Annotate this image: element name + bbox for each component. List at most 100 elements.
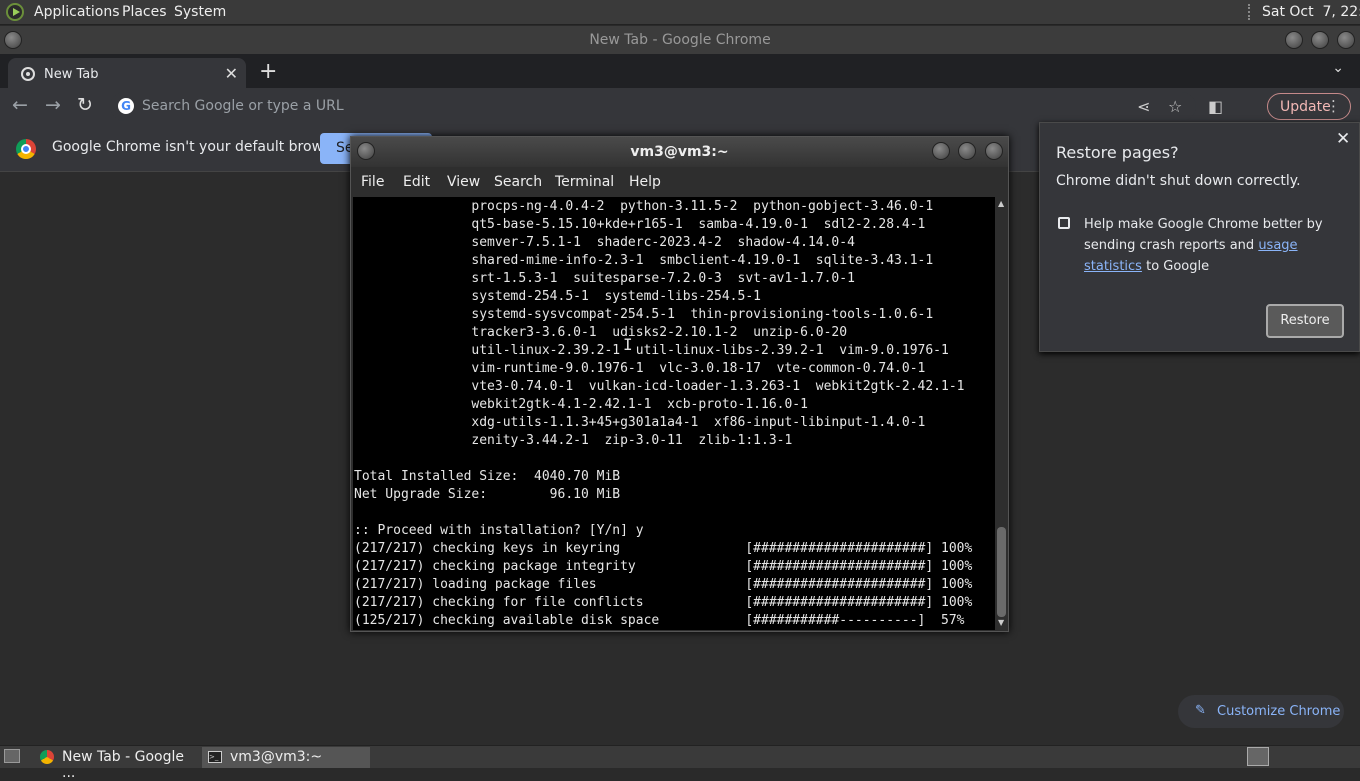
chrome-icon [40, 750, 54, 764]
text-cursor-icon: I [623, 335, 633, 354]
terminal-line: (125/217) checking available disk space … [354, 613, 965, 628]
terminal-maximize-icon[interactable] [958, 142, 976, 160]
terminal-output: procps-ng-4.0.4-2 python-3.11.5-2 python… [354, 198, 972, 630]
google-g-icon: G [118, 98, 134, 114]
terminal-line: xdg-utils-1.1.3+45+g301a1a4-1 xf86-input… [354, 415, 926, 430]
new-tab-icon[interactable]: + [259, 59, 277, 84]
toolbar: ← → ↻ G Search Google or type a URL ⋖ ☆ … [0, 88, 1360, 205]
terminal-line: (217/217) loading package files [#######… [354, 577, 973, 592]
terminal-line: webkit2gtk-4.1-2.42.1-1 xcb-proto-1.16.0… [354, 397, 808, 412]
terminal-window-menu-icon[interactable] [357, 142, 375, 160]
scroll-up-icon[interactable]: ▲ [998, 199, 1004, 208]
restore-close-icon[interactable]: ✕ [1336, 129, 1350, 149]
share-icon[interactable]: ⋖ [1137, 97, 1150, 116]
terminal-line: systemd-254.5-1 systemd-libs-254.5-1 [354, 289, 761, 304]
terminal-titlebar[interactable]: vm3@vm3:~ [351, 137, 1008, 167]
terminal-line: zenity-3.44.2-1 zip-3.0-11 zlib-1:1.3-1 [354, 433, 793, 448]
terminal-line: semver-7.5.1-1 shaderc-2023.4-2 shadow-4… [354, 235, 855, 250]
terminal-icon: >_ [208, 751, 222, 763]
terminal-scrollbar[interactable]: ▲ ▼ [995, 197, 1008, 630]
terminal-line: (217/217) checking package integrity [##… [354, 559, 973, 574]
bottom-taskbar: New Tab - Google ... >_ vm3@vm3:~ [0, 745, 1360, 781]
restore-button[interactable]: Restore [1266, 304, 1344, 338]
minimize-icon[interactable] [1285, 31, 1303, 49]
restore-subtitle: Chrome didn't shut down correctly. [1056, 173, 1301, 189]
terminal-menubar: File Edit View Search Terminal Help [351, 167, 1008, 197]
terminal-line: (217/217) checking for file conflicts [#… [354, 595, 973, 610]
chrome-favicon-icon [21, 67, 35, 81]
taskbar-item-chrome[interactable]: New Tab - Google ... [34, 747, 197, 781]
terminal-title: vm3@vm3:~ [630, 144, 729, 160]
terminal-screen[interactable]: procps-ng-4.0.4-2 python-3.11.5-2 python… [353, 197, 995, 630]
terminal-menu-edit[interactable]: Edit [403, 174, 430, 190]
crash-reports-checkbox[interactable] [1058, 217, 1070, 229]
top-panel: Applications Places System Sat Oct 7, 22… [0, 0, 1360, 25]
panel-separator [1248, 4, 1252, 20]
terminal-line: (217/217) checking keys in keyring [####… [354, 541, 973, 556]
terminal-line: tracker3-3.6.0-1 udisks2-2.10.1-2 unzip-… [354, 325, 848, 340]
menu-places[interactable]: Places [122, 4, 167, 20]
close-window-icon[interactable] [1337, 31, 1355, 49]
terminal-line: shared-mime-info-2.3-1 smbclient-4.19.0-… [354, 253, 934, 268]
terminal-window[interactable]: vm3@vm3:~ File Edit View Search Terminal… [350, 136, 1009, 632]
tab-new-tab[interactable]: New Tab ✕ [8, 58, 246, 88]
chrome-titlebar[interactable]: New Tab - Google Chrome [0, 26, 1360, 54]
scroll-down-icon[interactable]: ▼ [998, 618, 1004, 627]
terminal-line: vim-runtime-9.0.1976-1 vlc-3.0.18-17 vte… [354, 361, 926, 376]
show-desktop-icon[interactable] [4, 749, 20, 763]
clock-area[interactable]: Sat Oct 7, 22:26 [1248, 0, 1360, 24]
terminal-minimize-icon[interactable] [932, 142, 950, 160]
terminal-line: srt-1.5.3-1 suitesparse-7.2.0-3 svt-av1-… [354, 271, 855, 286]
terminal-line: Total Installed Size: 4040.70 MiB [354, 469, 621, 484]
terminal-menu-file[interactable]: File [361, 174, 384, 190]
tab-search-chevron-icon[interactable]: ⌄ [1332, 60, 1344, 76]
menu-applications[interactable]: Applications [34, 4, 120, 20]
bookmark-star-icon[interactable]: ☆ [1168, 97, 1182, 116]
scrollbar-thumb[interactable] [997, 527, 1006, 617]
side-panel-icon[interactable]: ◧ [1208, 97, 1223, 116]
kebab-menu-icon[interactable]: ⋮ [1326, 97, 1341, 115]
update-label: Update [1280, 99, 1331, 115]
menu-system[interactable]: System [174, 4, 226, 20]
window-title: New Tab - Google Chrome [589, 32, 771, 48]
taskbar-item-terminal[interactable]: >_ vm3@vm3:~ [202, 747, 370, 768]
crash-reports-text: Help make Google Chrome better by sendin… [1084, 214, 1334, 277]
panel-clock[interactable]: Sat Oct 7, 22:26 [1262, 4, 1360, 20]
restore-pages-bubble: Restore pages? ✕ Chrome didn't shut down… [1039, 122, 1360, 352]
forward-arrow-icon[interactable]: → [45, 94, 61, 116]
window-menu-icon[interactable] [4, 31, 22, 49]
back-arrow-icon[interactable]: ← [12, 94, 28, 116]
maximize-icon[interactable] [1311, 31, 1329, 49]
chrome-logo-icon [16, 139, 36, 159]
terminal-line: :: Proceed with installation? [Y/n] y [354, 523, 644, 538]
update-button[interactable]: Update ⋮ [1267, 93, 1351, 120]
pencil-icon: ✎ [1195, 703, 1206, 718]
customize-chrome-button[interactable]: ✎ Customize Chrome [1178, 695, 1344, 728]
terminal-line: Net Upgrade Size: 96.10 MiB [354, 487, 621, 502]
terminal-menu-view[interactable]: View [447, 174, 480, 190]
terminal-menu-help[interactable]: Help [629, 174, 661, 190]
tab-close-icon[interactable]: ✕ [225, 64, 238, 83]
distro-logo-icon[interactable] [6, 3, 24, 21]
terminal-line: qt5-base-5.15.10+kde+r165-1 samba-4.19.0… [354, 217, 926, 232]
terminal-close-icon[interactable] [985, 142, 1003, 160]
restore-title: Restore pages? [1056, 143, 1179, 162]
omnibox-placeholder[interactable]: Search Google or type a URL [142, 98, 344, 114]
terminal-line: util-linux-2.39.2-1 util-linux-libs-2.39… [354, 343, 949, 358]
taskbar-chrome-label: New Tab - Google ... [62, 749, 185, 781]
terminal-line: procps-ng-4.0.4-2 python-3.11.5-2 python… [354, 199, 934, 214]
crash-reports-text-part2: to Google [1146, 259, 1210, 274]
tab-title: New Tab [44, 67, 99, 82]
tab-strip: New Tab ✕ + ⌄ [0, 54, 1360, 88]
taskbar-terminal-label: vm3@vm3:~ [230, 749, 323, 765]
terminal-menu-search[interactable]: Search [494, 174, 542, 190]
terminal-line: vte3-0.74.0-1 vulkan-icd-loader-1.3.263-… [354, 379, 965, 394]
workspace-switcher[interactable] [1247, 747, 1269, 766]
reload-icon[interactable]: ↻ [77, 94, 93, 116]
customize-chrome-label: Customize Chrome [1217, 704, 1341, 719]
terminal-menu-terminal[interactable]: Terminal [555, 174, 614, 190]
terminal-line: systemd-sysvcompat-254.5-1 thin-provisio… [354, 307, 934, 322]
infobar-message: Google Chrome isn't your default browser [52, 139, 345, 155]
